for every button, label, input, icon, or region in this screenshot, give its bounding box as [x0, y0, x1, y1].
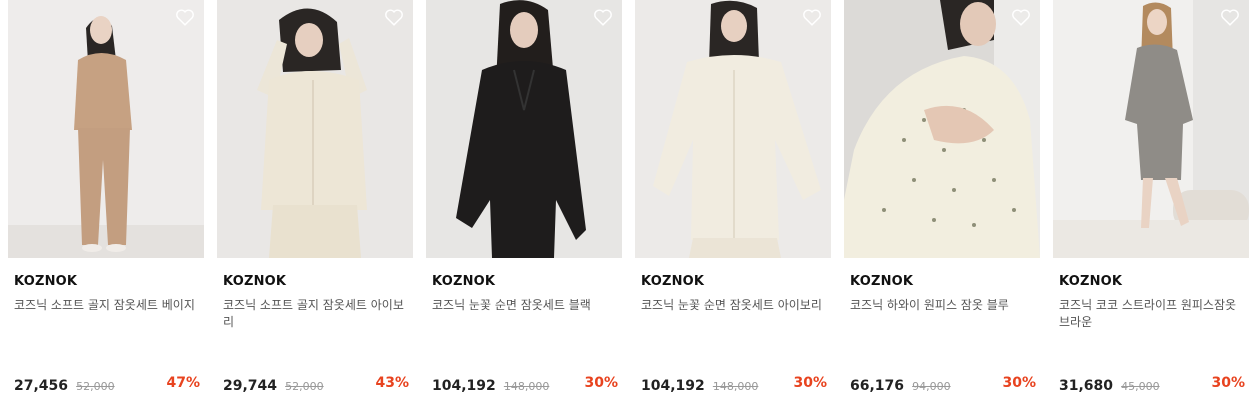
- product-name[interactable]: 코즈닉 눈꽃 순면 잠옷세트 아이보리: [641, 297, 831, 314]
- product-name[interactable]: 코즈닉 코코 스트라이프 원피스잠옷 브라운: [1059, 297, 1249, 331]
- discount-rate: 30%: [1211, 375, 1245, 391]
- price-row: 104,192 148,000 30%: [432, 375, 618, 394]
- product-name[interactable]: 코즈닉 하와이 원피스 잠옷 블루: [850, 297, 1040, 314]
- sale-price: 104,192: [432, 378, 496, 394]
- discount-rate: 30%: [793, 375, 827, 391]
- product-card[interactable]: KOZNOK 코즈닉 코코 스트라이프 원피스잠옷 브라운 31,680 45,…: [1053, 0, 1249, 401]
- product-image[interactable]: [426, 0, 622, 258]
- original-price: 94,000: [912, 380, 951, 393]
- wishlist-heart-icon[interactable]: [592, 6, 614, 28]
- wishlist-heart-icon[interactable]: [383, 6, 405, 28]
- product-name[interactable]: 코즈닉 눈꽃 순면 잠옷세트 블랙: [432, 297, 622, 314]
- price-row: 104,192 148,000 30%: [641, 375, 827, 394]
- original-price: 148,000: [503, 380, 550, 393]
- original-price: 52,000: [76, 380, 115, 393]
- product-name[interactable]: 코즈닉 소프트 골지 잠옷세트 베이지: [14, 297, 204, 314]
- sale-price: 29,744: [223, 378, 278, 394]
- price-row: 29,744 52,000 43%: [223, 375, 409, 394]
- wishlist-heart-icon[interactable]: [801, 6, 823, 28]
- brand-name[interactable]: KOZNOK: [432, 274, 495, 289]
- product-image[interactable]: [1053, 0, 1249, 258]
- price-row: 31,680 45,000 30%: [1059, 375, 1245, 394]
- sale-price: 31,680: [1059, 378, 1114, 394]
- sale-price: 104,192: [641, 378, 705, 394]
- product-image[interactable]: [844, 0, 1040, 258]
- original-price: 45,000: [1121, 380, 1160, 393]
- brand-name[interactable]: KOZNOK: [850, 274, 913, 289]
- product-card[interactable]: KOZNOK 코즈닉 하와이 원피스 잠옷 블루 66,176 94,000 3…: [844, 0, 1040, 401]
- original-price: 52,000: [285, 380, 324, 393]
- price-row: 27,456 52,000 47%: [14, 375, 200, 394]
- wishlist-heart-icon[interactable]: [174, 6, 196, 28]
- discount-rate: 43%: [375, 375, 409, 391]
- product-name[interactable]: 코즈닉 소프트 골지 잠옷세트 아이보리: [223, 297, 413, 331]
- discount-rate: 30%: [584, 375, 618, 391]
- product-image[interactable]: [635, 0, 831, 258]
- discount-rate: 47%: [166, 375, 200, 391]
- discount-rate: 30%: [1002, 375, 1036, 391]
- product-card[interactable]: KOZNOK 코즈닉 소프트 골지 잠옷세트 베이지 27,456 52,000…: [8, 0, 204, 401]
- product-grid: KOZNOK 코즈닉 소프트 골지 잠옷세트 베이지 27,456 52,000…: [0, 0, 1250, 401]
- product-image[interactable]: [217, 0, 413, 258]
- brand-name[interactable]: KOZNOK: [641, 274, 704, 289]
- price-row: 66,176 94,000 30%: [850, 375, 1036, 394]
- wishlist-heart-icon[interactable]: [1010, 6, 1032, 28]
- sale-price: 66,176: [850, 378, 905, 394]
- wishlist-heart-icon[interactable]: [1219, 6, 1241, 28]
- original-price: 148,000: [712, 380, 759, 393]
- brand-name[interactable]: KOZNOK: [14, 274, 77, 289]
- product-card[interactable]: KOZNOK 코즈닉 눈꽃 순면 잠옷세트 아이보리 104,192 148,0…: [635, 0, 831, 401]
- brand-name[interactable]: KOZNOK: [1059, 274, 1122, 289]
- product-card[interactable]: KOZNOK 코즈닉 소프트 골지 잠옷세트 아이보리 29,744 52,00…: [217, 0, 413, 401]
- brand-name[interactable]: KOZNOK: [223, 274, 286, 289]
- product-image[interactable]: [8, 0, 204, 258]
- sale-price: 27,456: [14, 378, 69, 394]
- product-card[interactable]: KOZNOK 코즈닉 눈꽃 순면 잠옷세트 블랙 104,192 148,000…: [426, 0, 622, 401]
